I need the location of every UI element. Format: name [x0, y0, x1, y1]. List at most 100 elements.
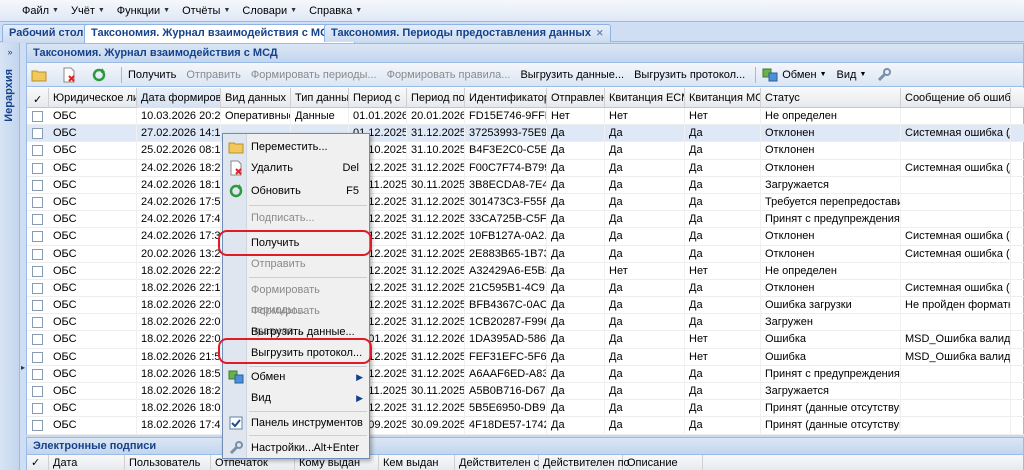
- col-esmv-receipt-header[interactable]: Квитанция ЕСМВ: [605, 88, 685, 108]
- collapse-arrow-icon[interactable]: ▸: [21, 363, 25, 372]
- form-rules-button[interactable]: Формировать правила...: [387, 69, 511, 81]
- table-row[interactable]: ОБС 18.02.2026 22:00 01.01.2026 31.12.2026 1…: [27, 331, 1024, 349]
- col-data-type-header[interactable]: Тип данных: [291, 88, 349, 108]
- menu-functions[interactable]: Функции ▼: [117, 5, 170, 17]
- tab-desktop[interactable]: Рабочий стол: [2, 24, 91, 42]
- ctx-form-rules[interactable]: Формировать правила...: [223, 301, 369, 337]
- delete-button[interactable]: [61, 67, 81, 83]
- hierarchy-panel-collapsed[interactable]: » Иерархия: [0, 43, 20, 470]
- col-created-date-header[interactable]: Дата формирования▼: [137, 88, 221, 108]
- ctx-settings[interactable]: Настройки... Alt+Enter: [223, 438, 369, 458]
- table-cell: Да: [605, 228, 685, 246]
- row-checkbox[interactable]: [32, 128, 43, 140]
- get-button[interactable]: Получить: [128, 69, 176, 81]
- table-cell: 18.02.2026 17:40: [137, 417, 221, 435]
- row-checkbox[interactable]: [32, 300, 43, 312]
- row-checkbox[interactable]: [32, 403, 43, 415]
- table-row[interactable]: ОБС 24.02.2026 18:14 01.11.2025 30.11.2025 3…: [27, 176, 1024, 194]
- signatures-column-header[interactable]: Описание: [623, 455, 703, 470]
- table-row[interactable]: ОБС 25.02.2026 08:12 01.10.2025 31.10.2025 B…: [27, 142, 1024, 160]
- ctx-refresh[interactable]: Обновить F5: [223, 181, 369, 201]
- ctx-send[interactable]: Отправить: [223, 254, 369, 274]
- row-checkbox[interactable]: [32, 179, 43, 191]
- ctx-view[interactable]: Вид ▶: [223, 388, 369, 408]
- menu-reports[interactable]: Отчёты ▼: [182, 5, 230, 17]
- table-row[interactable]: ОБС 24.02.2026 17:57 01.12.2025 31.12.2025 3…: [27, 193, 1024, 212]
- col-msd-receipt-header[interactable]: Квитанция МСД: [685, 88, 761, 108]
- ctx-move[interactable]: Переместить...: [223, 137, 369, 157]
- table-cell: [901, 417, 1011, 435]
- row-checkbox[interactable]: [32, 368, 43, 380]
- table-row[interactable]: ОБС 18.02.2026 22:27 01.12.2025 31.12.2025 A…: [27, 262, 1024, 280]
- refresh-button[interactable]: [91, 67, 111, 83]
- row-checkbox[interactable]: [32, 334, 43, 346]
- col-status-header[interactable]: Статус: [761, 88, 901, 108]
- menu-file[interactable]: Файл ▼: [22, 5, 59, 17]
- menu-accounting[interactable]: Учёт ▼: [71, 5, 105, 17]
- col-legal-entity-header[interactable]: Юридическое лицо: [49, 88, 137, 108]
- ctx-delete[interactable]: Удалить Del: [223, 158, 369, 178]
- row-checkbox[interactable]: [32, 248, 43, 260]
- table-row[interactable]: ОБС 18.02.2026 22:07 01.12.2025 31.12.2025 B…: [27, 297, 1024, 315]
- signatures-column-header[interactable]: Дата: [49, 455, 125, 470]
- select-all-checkbox[interactable]: ✓: [27, 88, 49, 108]
- table-row[interactable]: ОБС 18.02.2026 18:09 01.12.2025 31.12.2025 5…: [27, 400, 1024, 418]
- settings-button[interactable]: [876, 67, 896, 83]
- row-checkbox[interactable]: [32, 282, 43, 294]
- col-error-message-header[interactable]: Сообщение об ошибке: [901, 88, 1011, 108]
- table-cell: Отклонен: [761, 125, 901, 143]
- export-data-button[interactable]: Выгрузить данные...: [520, 69, 624, 81]
- close-icon[interactable]: ✕: [596, 25, 604, 41]
- ctx-form-periods[interactable]: Формировать периоды...: [223, 280, 369, 316]
- row-checkbox[interactable]: [32, 265, 43, 277]
- menu-dictionaries[interactable]: Словари ▼: [242, 5, 297, 17]
- signatures-column-header[interactable]: Кем выдан: [379, 455, 455, 470]
- table-row[interactable]: ОБС 24.02.2026 17:36 01.12.2025 31.12.2025 1…: [27, 228, 1024, 246]
- col-period-to-header[interactable]: Период по: [407, 88, 465, 108]
- table-cell: Нет: [685, 108, 761, 125]
- ctx-exchange[interactable]: Обмен ▶: [223, 367, 369, 387]
- row-checkbox[interactable]: [32, 111, 43, 122]
- table-row[interactable]: ОБС 18.02.2026 18:21 01.11.2025 30.11.2025 A…: [27, 383, 1024, 401]
- col-document-id-header[interactable]: Идентификатор до: [465, 88, 547, 108]
- tab-periods[interactable]: Таксономия. Периоды предоставления данны…: [324, 24, 611, 42]
- table-cell: [901, 176, 1011, 194]
- table-row[interactable]: ОБС 18.02.2026 22:03 01.12.2025 31.12.2025 1…: [27, 314, 1024, 332]
- col-period-from-header[interactable]: Период с: [349, 88, 407, 108]
- row-checkbox[interactable]: [32, 145, 43, 157]
- table-row[interactable]: ОБС 24.02.2026 17:44 01.12.2025 31.12.2025 3…: [27, 211, 1024, 229]
- open-folder-button[interactable]: [31, 67, 51, 83]
- row-checkbox[interactable]: [32, 317, 43, 329]
- table-row[interactable]: ОБС 27.02.2026 14:11 01.12.2025 31.12.2025 3…: [27, 125, 1024, 143]
- col-data-kind-header[interactable]: Вид данных: [221, 88, 291, 108]
- row-checkbox[interactable]: [32, 386, 43, 397]
- ctx-toolbar-toggle[interactable]: Панель инструментов: [223, 413, 369, 433]
- col-sent-header[interactable]: Отправлен: [547, 88, 605, 108]
- ctx-sign[interactable]: Подписать...: [223, 208, 369, 228]
- row-checkbox[interactable]: [32, 231, 43, 243]
- row-checkbox[interactable]: [32, 351, 43, 363]
- table-row[interactable]: ОБС 20.02.2026 13:20 01.12.2025 31.12.2025 2…: [27, 245, 1024, 263]
- table-row[interactable]: ОБС 18.02.2026 21:56 01.12.2025 31.12.2025 F…: [27, 348, 1024, 366]
- menu-help[interactable]: Справка ▼: [309, 5, 362, 17]
- signatures-column-header[interactable]: Действителен с: [455, 455, 539, 470]
- signatures-column-header[interactable]: Действителен по: [539, 455, 630, 470]
- view-menu-button[interactable]: Вид ▼: [837, 69, 867, 81]
- table-row[interactable]: ОБС 18.02.2026 17:40 01.09.2025 30.09.2025 4…: [27, 417, 1024, 435]
- send-button[interactable]: Отправить: [186, 69, 241, 81]
- row-checkbox[interactable]: [32, 420, 43, 432]
- tab-msd-journal[interactable]: Таксономия. Журнал взаимодействия с МСД✕: [84, 24, 356, 43]
- row-checkbox[interactable]: [32, 214, 43, 226]
- expand-icon[interactable]: »: [3, 47, 17, 61]
- table-row[interactable]: ОБС 18.02.2026 18:52 01.12.2025 31.12.2025 A…: [27, 365, 1024, 383]
- export-protocol-button[interactable]: Выгрузить протокол...: [634, 69, 745, 81]
- select-all-checkbox[interactable]: ✓: [27, 455, 49, 470]
- table-row[interactable]: ОБС 10.03.2026 20:26 Оперативные Данные 01.0…: [27, 108, 1024, 126]
- table-row[interactable]: ОБС 18.02.2026 22:19 01.12.2025 31.12.2025 2…: [27, 279, 1024, 298]
- form-periods-button[interactable]: Формировать периоды...: [251, 69, 377, 81]
- row-checkbox[interactable]: [32, 196, 43, 208]
- table-row[interactable]: ОБС 24.02.2026 18:20 01.12.2025 31.12.2025 F…: [27, 159, 1024, 177]
- exchange-menu-button[interactable]: Обмен ▼: [762, 67, 827, 83]
- row-checkbox[interactable]: [32, 162, 43, 174]
- signatures-column-header[interactable]: Пользователь: [125, 455, 211, 470]
